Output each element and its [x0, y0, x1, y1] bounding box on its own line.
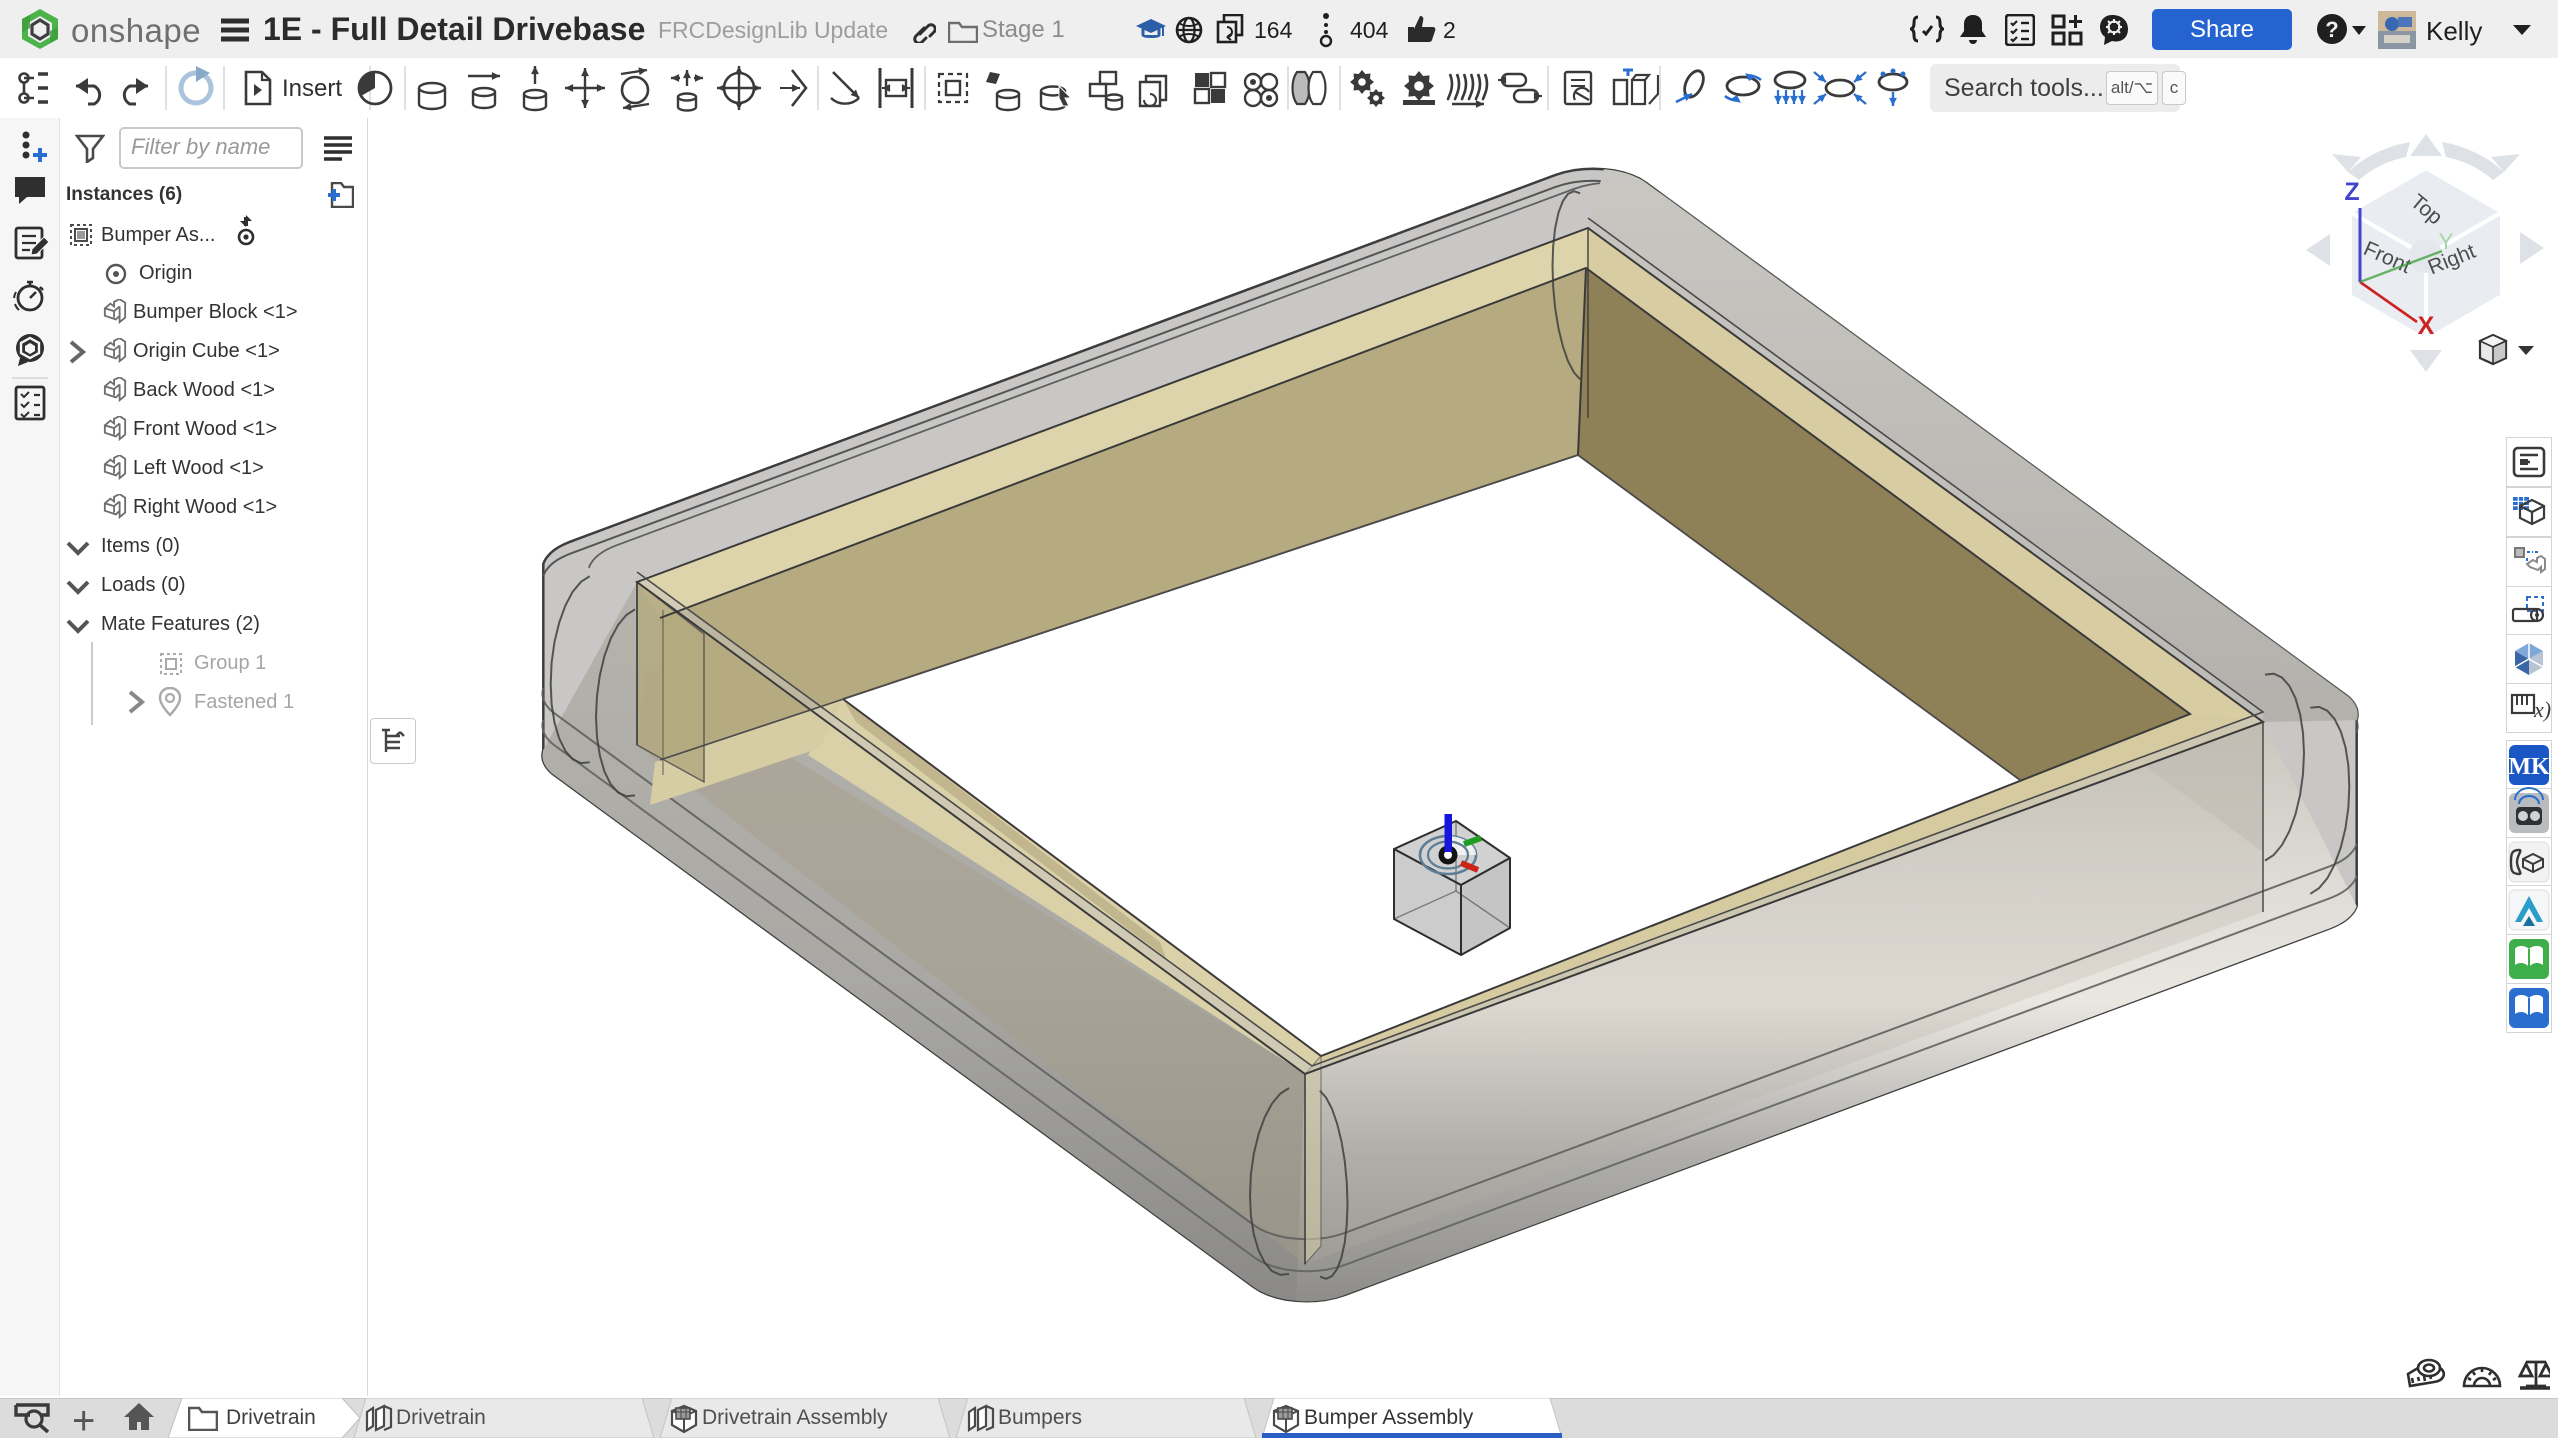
svg-text:Z: Z: [2344, 178, 2359, 206]
svg-text:x): x): [2533, 697, 2551, 722]
svg-text:X: X: [2418, 312, 2435, 340]
svg-text:Y: Y: [2439, 229, 2454, 254]
svg-text:MK: MK: [2508, 754, 2550, 780]
